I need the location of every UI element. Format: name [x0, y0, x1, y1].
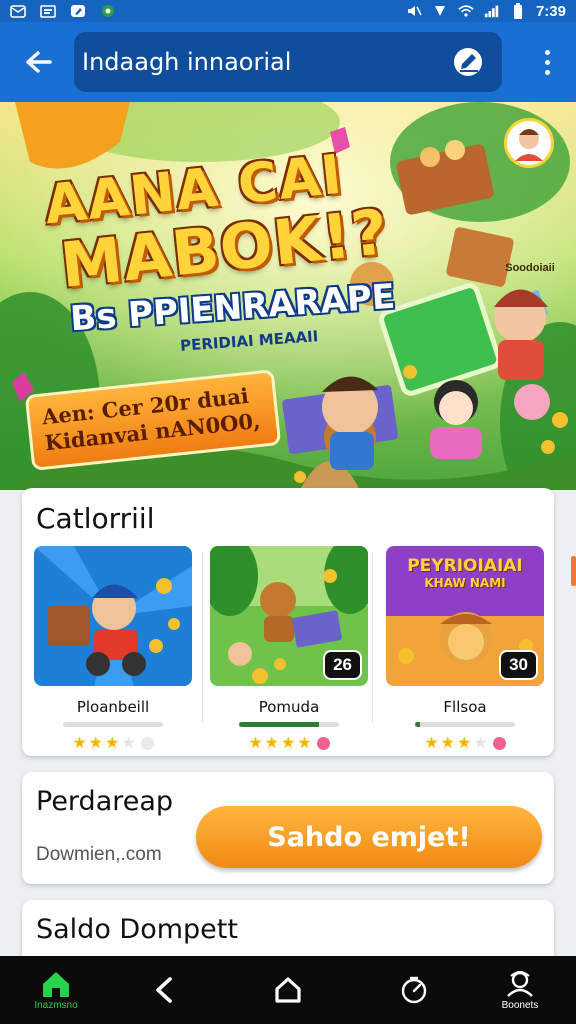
pen-icon: [454, 48, 482, 76]
star-filled-icon: ★: [88, 735, 103, 752]
battery-icon: [510, 3, 526, 19]
game-item-1[interactable]: Ploanbeill ★ ★ ★ ★: [34, 546, 192, 753]
game-progress-fill: [415, 722, 420, 727]
home-outline-icon: [275, 977, 301, 1003]
back-button[interactable]: [10, 34, 66, 90]
game-rating: ★ ★ ★ ★: [386, 733, 544, 753]
pen-icon: [70, 4, 86, 18]
game-progress-bar: [415, 722, 515, 727]
nav-back[interactable]: [128, 956, 200, 1024]
mail-icon: [10, 4, 26, 18]
profile-icon: [507, 970, 533, 997]
game-rating: ★ ★ ★ ★: [34, 733, 192, 753]
game-thumbnail-3[interactable]: PEYRIOIAIAI KHAW NAMI 30: [386, 546, 544, 686]
nav-timer[interactable]: [378, 956, 450, 1024]
edit-button[interactable]: [448, 42, 488, 82]
game-3-thumb-title-line2: KHAW NAMI: [424, 576, 506, 590]
arrow-left-icon: [26, 51, 52, 73]
game-3-thumb-title: PEYRIOIAIAI KHAW NAMI: [386, 556, 544, 590]
star-filled-icon: ★: [264, 735, 279, 752]
more-vert-icon: [544, 49, 550, 55]
game-progress-bar: [63, 722, 163, 727]
nav-home-outline[interactable]: [252, 956, 324, 1024]
nav-home[interactable]: Inazmsno: [20, 956, 92, 1024]
status-dot: [140, 736, 154, 750]
game-rating: ★ ★ ★ ★: [210, 733, 368, 753]
star-empty-icon: ★: [473, 735, 488, 752]
wallet-domain: Dowmien,.com: [36, 844, 162, 865]
home-icon: [43, 971, 69, 997]
star-filled-icon: ★: [424, 735, 439, 752]
status-dot: [492, 736, 506, 750]
star-filled-icon: ★: [248, 735, 263, 752]
wallet-card: Perdareap Dowmien,.com Sahdo emjet!: [22, 772, 554, 884]
status-bar: 7:39: [0, 0, 576, 22]
game-progress-bar: [239, 722, 339, 727]
star-empty-icon: ★: [121, 735, 136, 752]
overflow-menu-button[interactable]: [532, 44, 562, 80]
game-badge: 26: [323, 650, 362, 680]
saldo-title: Saldo Dompett: [36, 914, 238, 945]
game-3-thumb-title-line1: PEYRIOIAIAI: [407, 556, 523, 576]
back-icon: [156, 977, 172, 1003]
wifi-icon: [458, 4, 474, 18]
star-filled-icon: ★: [72, 735, 87, 752]
star-filled-icon: ★: [105, 735, 120, 752]
timer-icon: [401, 976, 427, 1004]
divider: [372, 552, 373, 722]
status-right-icons: 7:39: [406, 3, 566, 20]
side-scroll-indicator: [571, 556, 576, 586]
mute-icon: [406, 4, 422, 18]
game-progress-fill: [239, 722, 319, 727]
bottom-navigation: Inazmsno Boonets: [0, 956, 576, 1024]
star-filled-icon: ★: [440, 735, 455, 752]
game-badge: 30: [499, 650, 538, 680]
avatar-icon: [515, 129, 543, 161]
toolbar-title: Indaagh innaorial: [82, 48, 292, 76]
status-dot: [316, 736, 330, 750]
profile-avatar[interactable]: [504, 118, 554, 168]
status-time: 7:39: [535, 2, 566, 20]
app-icon: [100, 4, 116, 18]
game-thumbnail-1[interactable]: [34, 546, 192, 686]
signal-icon: [484, 4, 500, 18]
game-item-2[interactable]: 26 Pomuda ★ ★ ★ ★: [210, 546, 368, 753]
star-filled-icon: ★: [457, 735, 472, 752]
promo-banner[interactable]: AANA CAI MABOK!? Bs PPIENRARAPE PERIDIAI…: [0, 102, 576, 490]
game-name: Fllsoa: [443, 698, 487, 716]
do-not-disturb-icon: [432, 4, 448, 18]
game-art-1: [34, 546, 192, 686]
game-thumbnail-2[interactable]: 26: [210, 546, 368, 686]
wallet-action-button[interactable]: Sahdo emjet!: [196, 806, 542, 868]
profile-name: Soodoiaii: [505, 262, 555, 274]
nav-profile[interactable]: Boonets: [484, 956, 556, 1024]
star-filled-icon: ★: [281, 735, 296, 752]
star-filled-icon: ★: [297, 735, 312, 752]
nav-home-label: Inazmsno: [34, 999, 78, 1011]
game-name: Ploanbeill: [76, 698, 150, 716]
message-icon: [40, 4, 56, 18]
category-title: Catlorriil: [36, 502, 155, 535]
wallet-title: Perdareap: [36, 786, 174, 817]
game-name: Pomuda: [258, 698, 320, 716]
app-toolbar: Indaagh innaorial: [0, 22, 576, 102]
nav-profile-label: Boonets: [501, 999, 539, 1011]
status-left-icons: [10, 4, 116, 18]
divider: [202, 552, 203, 722]
category-card: Catlorriil Ploanbeill ★ ★ ★ ★ 26 Pomuda …: [22, 488, 554, 756]
game-item-3[interactable]: PEYRIOIAIAI KHAW NAMI 30 Fllsoa ★ ★ ★ ★: [386, 546, 544, 753]
title-bar-field[interactable]: Indaagh innaorial: [74, 32, 502, 92]
